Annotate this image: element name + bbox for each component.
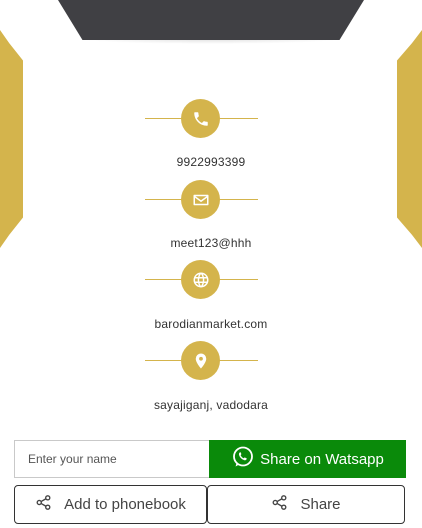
whatsapp-button-label: Share on Watsapp (260, 450, 384, 468)
share-button[interactable]: Share (207, 485, 405, 524)
add-to-phonebook-button[interactable]: Add to phonebook (14, 485, 207, 524)
contact-phone[interactable] (0, 99, 422, 139)
contact-email[interactable] (0, 180, 422, 220)
envelope-icon[interactable] (181, 180, 220, 219)
contact-website[interactable] (0, 260, 422, 300)
phone-number-text[interactable]: 9922993399 (0, 155, 422, 169)
name-input[interactable] (14, 440, 210, 478)
email-text[interactable]: meet123@hhh (0, 236, 422, 250)
website-text[interactable]: barodianmarket.com (0, 317, 422, 331)
phonebook-button-label: Add to phonebook (64, 496, 186, 513)
address-text[interactable]: sayajiganj, vadodara (0, 398, 422, 412)
location-pin-icon[interactable] (181, 341, 220, 380)
share-on-whatsapp-button[interactable]: Share on Watsapp (209, 440, 406, 478)
share-icon (271, 494, 288, 515)
globe-icon[interactable] (181, 260, 220, 299)
top-header-tab (58, 0, 364, 40)
contact-address[interactable] (0, 341, 422, 381)
share-icon (35, 494, 52, 515)
phone-icon[interactable] (181, 99, 220, 138)
whatsapp-icon (231, 445, 255, 473)
share-button-label: Share (300, 496, 341, 513)
